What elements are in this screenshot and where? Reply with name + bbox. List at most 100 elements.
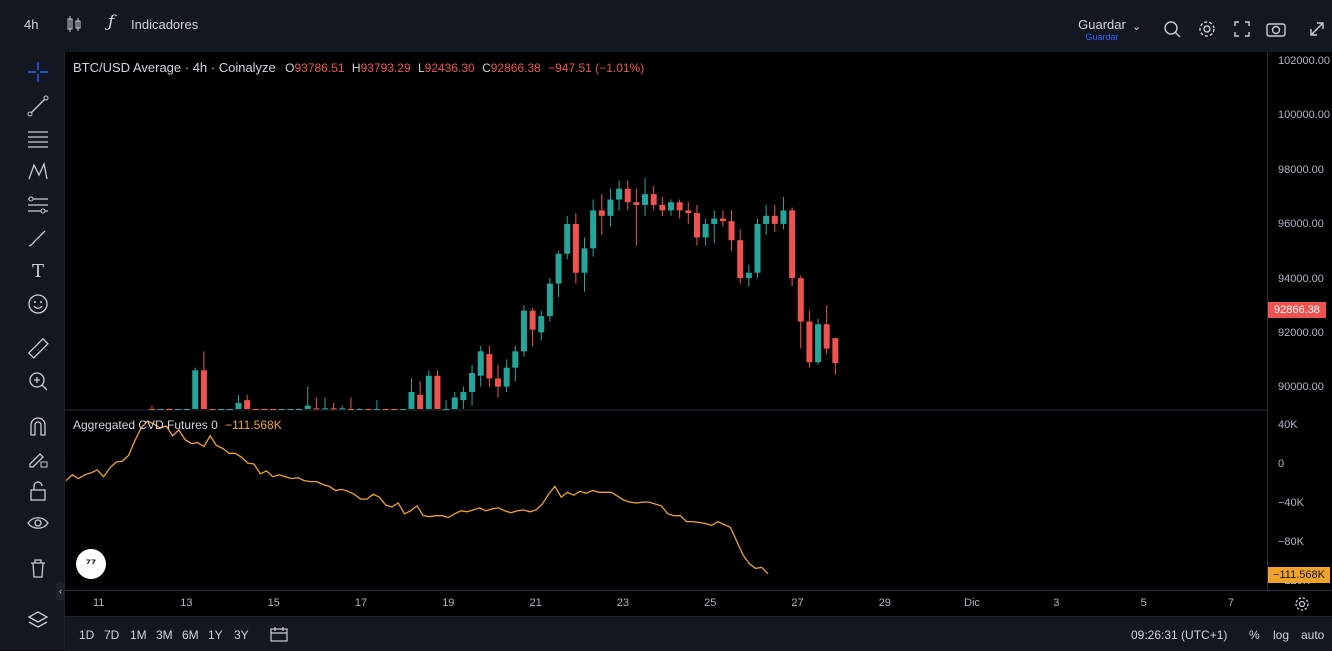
candle-body <box>417 394 424 409</box>
candle-type-icon[interactable] <box>66 14 82 37</box>
candle-body <box>633 202 640 205</box>
axis-settings-gear-icon[interactable] <box>1294 596 1310 617</box>
eye-icon[interactable] <box>24 511 52 535</box>
candle-body <box>486 354 493 379</box>
save-label: Guardar <box>1078 17 1126 32</box>
tradingview-logo[interactable]: ⁷⁷ <box>76 549 106 579</box>
time-tick-label: 23 <box>616 597 630 609</box>
price-tick-label: 94000.00 <box>1278 272 1324 285</box>
indicator-legend: Aggregated CVD Futures 0 −111.568K <box>73 418 282 432</box>
range-button-7d[interactable]: 7D <box>104 628 119 642</box>
chart-pane[interactable]: BTC/USD Average · 4h · Coinalyze O93786.… <box>65 52 1267 590</box>
high-value: 93793.29 <box>360 61 411 75</box>
candle-body <box>676 202 683 211</box>
publish-icon[interactable] <box>1308 20 1326 41</box>
range-button-6m[interactable]: 6M <box>182 628 199 642</box>
indicator-name[interactable]: Aggregated CVD Futures 0 <box>73 418 218 432</box>
prediction-icon[interactable] <box>24 193 52 217</box>
candle-body <box>624 188 631 203</box>
price-tick-label: 96000.00 <box>1278 218 1324 231</box>
candle-body <box>200 370 207 409</box>
clock-timezone[interactable]: 09:26:31 (UTC+1) <box>1131 628 1227 642</box>
candle-body <box>520 310 527 352</box>
interval-selector[interactable]: 4h <box>24 17 38 32</box>
candle-body <box>693 213 700 238</box>
cvd-tick-label: −80K <box>1278 536 1304 548</box>
candle-body <box>754 223 761 273</box>
candle-body <box>244 400 251 409</box>
chart-canvas[interactable] <box>65 52 1267 590</box>
crosshair-icon[interactable] <box>24 60 52 84</box>
candle-body <box>183 409 190 410</box>
candle-body <box>685 210 692 214</box>
candle-body <box>443 409 450 410</box>
candle-body <box>166 409 173 410</box>
candle-body <box>503 367 510 387</box>
date-range-calendar-icon[interactable] <box>270 626 288 647</box>
range-button-1d[interactable]: 1D <box>79 628 94 642</box>
log-toggle[interactable]: log <box>1273 628 1289 642</box>
unlock-icon[interactable] <box>24 479 52 503</box>
candle-body <box>270 409 277 410</box>
candle-body <box>780 210 787 224</box>
cvd-series-line <box>65 420 769 575</box>
symbol-title[interactable]: BTC/USD Average · 4h · Coinalyze <box>73 60 276 75</box>
candle-body <box>564 223 571 254</box>
time-tick-label: 13 <box>180 597 193 609</box>
emoji-icon[interactable] <box>24 292 52 316</box>
camera-icon[interactable] <box>1266 21 1286 40</box>
range-button-3y[interactable]: 3Y <box>234 628 249 642</box>
candle-body <box>287 409 294 410</box>
candle-body <box>590 210 597 249</box>
price-axis[interactable]: 102000.00 100000.00 98000.00 96000.00 94000.… <box>1267 52 1332 590</box>
trend-line-icon[interactable] <box>24 94 52 118</box>
candle-body <box>815 324 822 363</box>
time-tick-label: 29 <box>878 597 891 609</box>
chevron-down-icon[interactable]: ⌄ <box>1132 20 1141 33</box>
auto-toggle[interactable]: auto <box>1301 628 1324 642</box>
candle-body <box>659 204 666 211</box>
quick-search-icon[interactable] <box>1163 20 1181 41</box>
save-button[interactable]: Guardar Guardar <box>1072 17 1132 43</box>
candle-body <box>313 408 320 410</box>
percent-toggle[interactable]: % <box>1249 628 1260 642</box>
candle-body <box>252 409 259 410</box>
candle-body <box>719 218 726 222</box>
range-button-3m[interactable]: 3M <box>156 628 173 642</box>
pattern-icon[interactable] <box>24 160 52 184</box>
candle-body <box>460 392 467 401</box>
time-tick-label: 7 <box>1227 597 1235 609</box>
candle-body <box>702 223 709 238</box>
candle-body <box>469 373 476 393</box>
gear-icon[interactable] <box>1198 20 1216 41</box>
indicators-fx-icon[interactable]: ƒ <box>108 12 114 32</box>
candle-body <box>789 210 796 279</box>
time-tick-label: 5 <box>1140 597 1147 609</box>
cvd-tick-label: −40K <box>1278 497 1304 509</box>
zoom-in-icon[interactable] <box>24 369 52 393</box>
brush-icon[interactable] <box>24 226 52 250</box>
candle-body <box>538 316 545 333</box>
high-label: H <box>351 61 361 75</box>
candle-body <box>598 210 605 216</box>
candle-body <box>546 283 553 317</box>
candle-body <box>399 409 406 410</box>
layers-icon[interactable] <box>24 608 52 632</box>
time-axis[interactable]: 11 13 15 17 19 21 23 25 27 29 Dic 3 5 7 <box>65 590 1332 617</box>
magnet-icon[interactable] <box>24 414 52 438</box>
ruler-icon[interactable] <box>24 336 52 360</box>
indicators-button[interactable]: Indicadores <box>131 17 198 32</box>
collapse-toolbar-arrow[interactable]: ‹ <box>56 582 65 600</box>
fullscreen-icon[interactable] <box>1233 20 1251 41</box>
lock-drawings-icon[interactable] <box>24 446 52 470</box>
time-tick-label: 21 <box>529 597 542 609</box>
range-button-1y[interactable]: 1Y <box>208 628 223 642</box>
cvd-tick-label: 0 <box>1278 458 1285 470</box>
candle-body <box>642 194 649 205</box>
trash-icon[interactable] <box>24 556 52 580</box>
text-tool-icon[interactable]: T <box>24 259 52 283</box>
candle-body <box>373 409 380 410</box>
candle-body <box>763 215 770 224</box>
fib-retracement-icon[interactable] <box>24 127 52 151</box>
range-button-1m[interactable]: 1M <box>130 628 147 642</box>
